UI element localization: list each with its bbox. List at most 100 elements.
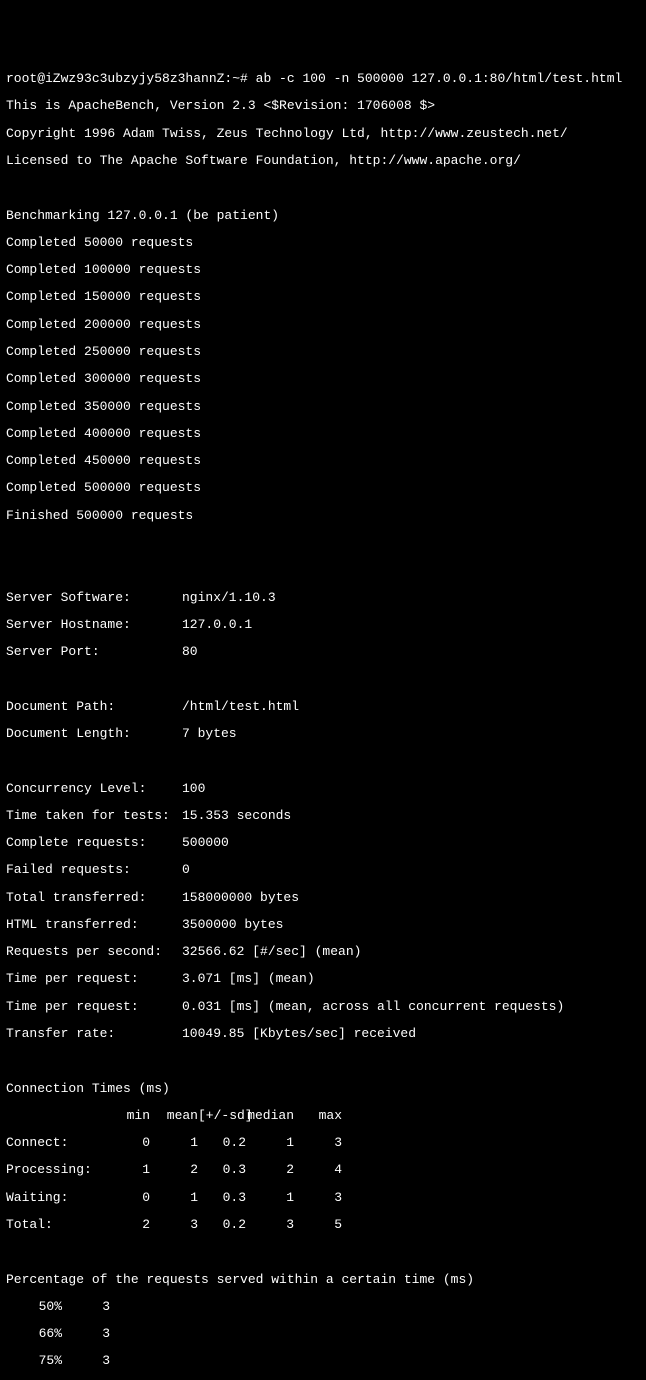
pct-percent: 75% (6, 1354, 62, 1368)
progress-line: Completed 300000 requests (6, 372, 640, 386)
kv-key: Time per request: (6, 1000, 182, 1014)
ct-label: Connect: (6, 1136, 102, 1150)
kv-val: nginx/1.10.3 (182, 591, 276, 605)
progress-line: Completed 500000 requests (6, 481, 640, 495)
ct-val: 1 (246, 1191, 294, 1205)
ct-val: 2 (102, 1218, 150, 1232)
ct-val: 0.2 (198, 1218, 246, 1232)
kv-key: Transfer rate: (6, 1027, 182, 1041)
ct-blank (6, 1109, 102, 1123)
time-per-request-mean: Time per request:3.071 [ms] (mean) (6, 972, 640, 986)
blank-line (6, 181, 640, 195)
pct-row: 50%3 (6, 1300, 640, 1314)
ct-val: 1 (246, 1136, 294, 1150)
progress-line: Completed 400000 requests (6, 427, 640, 441)
pct-value: 3 (62, 1354, 110, 1368)
transfer-rate: Transfer rate:10049.85 [Kbytes/sec] rece… (6, 1027, 640, 1041)
kv-val: 7 bytes (182, 727, 237, 741)
kv-val: 10049.85 [Kbytes/sec] received (182, 1027, 416, 1041)
html-transferred: HTML transferred:3500000 bytes (6, 918, 640, 932)
ct-col: [+/-sd] (198, 1109, 246, 1123)
kv-val: 80 (182, 645, 198, 659)
kv-key: Server Hostname: (6, 618, 182, 632)
requests-per-second: Requests per second:32566.62 [#/sec] (me… (6, 945, 640, 959)
kv-key: Time taken for tests: (6, 809, 182, 823)
blank-line (6, 536, 640, 550)
progress-line: Completed 250000 requests (6, 345, 640, 359)
ct-val: 0.3 (198, 1191, 246, 1205)
connection-times-title: Connection Times (ms) (6, 1082, 640, 1096)
blank-line (6, 563, 640, 577)
ct-label: Waiting: (6, 1191, 102, 1205)
complete-requests: Complete requests:500000 (6, 836, 640, 850)
benchmarking-line: Benchmarking 127.0.0.1 (be patient) (6, 209, 640, 223)
connection-times-total: Total:230.235 (6, 1218, 640, 1232)
kv-val: 100 (182, 782, 205, 796)
kv-val: 0.031 [ms] (mean, across all concurrent … (182, 1000, 564, 1014)
progress-line: Completed 150000 requests (6, 290, 640, 304)
kv-val: 500000 (182, 836, 229, 850)
connection-times-waiting: Waiting:010.313 (6, 1191, 640, 1205)
kv-key: Document Path: (6, 700, 182, 714)
ct-val: 0.2 (198, 1136, 246, 1150)
ab-header-line: This is ApacheBench, Version 2.3 <$Revis… (6, 99, 640, 113)
ct-val: 3 (294, 1136, 342, 1150)
kv-val: 3.071 [ms] (mean) (182, 972, 315, 986)
document-path: Document Path:/html/test.html (6, 700, 640, 714)
concurrency-level: Concurrency Level:100 (6, 782, 640, 796)
progress-line: Completed 350000 requests (6, 400, 640, 414)
ct-val: 5 (294, 1218, 342, 1232)
ct-label: Total: (6, 1218, 102, 1232)
ct-val: 4 (294, 1163, 342, 1177)
connection-times-header: minmean[+/-sd]medianmax (6, 1109, 640, 1123)
total-transferred: Total transferred:158000000 bytes (6, 891, 640, 905)
kv-val: 15.353 seconds (182, 809, 291, 823)
progress-line: Completed 450000 requests (6, 454, 640, 468)
ct-val: 0 (102, 1191, 150, 1205)
ct-val: 0.3 (198, 1163, 246, 1177)
shell-prompt: root@iZwz93c3ubzyjy58z3hannZ:~# ab -c 10… (6, 72, 640, 86)
kv-val: 0 (182, 863, 190, 877)
connection-times-processing: Processing:120.324 (6, 1163, 640, 1177)
kv-val: 158000000 bytes (182, 891, 299, 905)
connection-times-connect: Connect:010.213 (6, 1136, 640, 1150)
pct-row: 66%3 (6, 1327, 640, 1341)
kv-key: Failed requests: (6, 863, 182, 877)
pct-percent: 66% (6, 1327, 62, 1341)
kv-key: Requests per second: (6, 945, 182, 959)
document-length: Document Length:7 bytes (6, 727, 640, 741)
ct-val: 3 (246, 1218, 294, 1232)
ct-val: 3 (294, 1191, 342, 1205)
time-taken: Time taken for tests:15.353 seconds (6, 809, 640, 823)
kv-key: Concurrency Level: (6, 782, 182, 796)
kv-key: Time per request: (6, 972, 182, 986)
percentage-title: Percentage of the requests served within… (6, 1273, 640, 1287)
ct-val: 3 (150, 1218, 198, 1232)
ct-col: max (294, 1109, 342, 1123)
ct-col: mean (150, 1109, 198, 1123)
ct-col: min (102, 1109, 150, 1123)
kv-key: Complete requests: (6, 836, 182, 850)
terminal-output: root@iZwz93c3ubzyjy58z3hannZ:~# ab -c 10… (6, 59, 640, 1380)
progress-line: Completed 200000 requests (6, 318, 640, 332)
blank-line (6, 1054, 640, 1068)
kv-val: 32566.62 [#/sec] (mean) (182, 945, 361, 959)
blank-line (6, 1245, 640, 1259)
kv-val: 127.0.0.1 (182, 618, 252, 632)
ct-val: 2 (246, 1163, 294, 1177)
pct-value: 3 (62, 1327, 110, 1341)
progress-line: Completed 50000 requests (6, 236, 640, 250)
kv-key: HTML transferred: (6, 918, 182, 932)
kv-key: Document Length: (6, 727, 182, 741)
ct-val: 1 (150, 1136, 198, 1150)
kv-val: 3500000 bytes (182, 918, 283, 932)
kv-key: Server Software: (6, 591, 182, 605)
pct-value: 3 (62, 1300, 110, 1314)
server-hostname: Server Hostname:127.0.0.1 (6, 618, 640, 632)
failed-requests: Failed requests:0 (6, 863, 640, 877)
progress-line: Finished 500000 requests (6, 509, 640, 523)
server-software: Server Software:nginx/1.10.3 (6, 591, 640, 605)
ab-header-line: Copyright 1996 Adam Twiss, Zeus Technolo… (6, 127, 640, 141)
kv-val: /html/test.html (182, 700, 299, 714)
time-per-request-concurrent: Time per request:0.031 [ms] (mean, acros… (6, 1000, 640, 1014)
